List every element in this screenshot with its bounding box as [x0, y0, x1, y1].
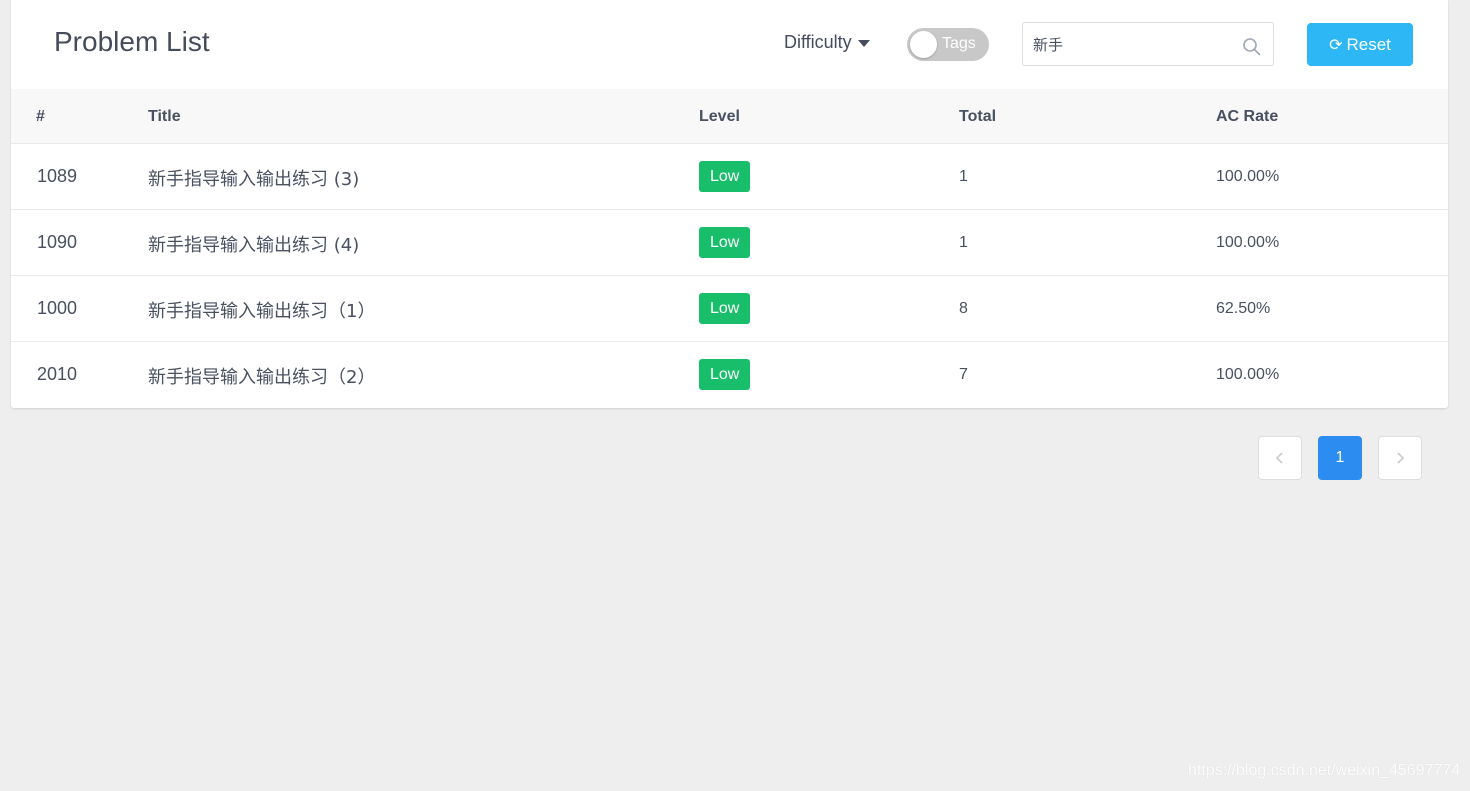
problem-title-link[interactable]: 新手指导输入输出练习 (4) — [148, 231, 359, 257]
column-header-title[interactable]: Title — [148, 108, 181, 126]
search-box — [1022, 22, 1274, 66]
problem-id: 1090 — [37, 232, 78, 252]
next-page-button[interactable] — [1378, 436, 1422, 480]
chevron-right-icon — [1397, 452, 1405, 464]
reset-button[interactable]: ⟳ Reset — [1307, 23, 1413, 66]
search-icon[interactable] — [1242, 37, 1262, 57]
level-badge: Low — [699, 161, 751, 192]
problem-ac-rate: 100.00% — [1216, 234, 1280, 251]
problem-ac-rate: 62.50% — [1216, 300, 1271, 317]
problem-total: 7 — [959, 366, 968, 383]
problem-title-link[interactable]: 新手指导输入输出练习（2） — [148, 363, 375, 389]
card-header: Problem List Difficulty Tags ⟳ Reset — [11, 0, 1448, 89]
table-row[interactable]: 1089 新手指导输入输出练习 (3) Low 1 100.00% — [11, 144, 1448, 210]
problem-ac-rate: 100.00% — [1216, 168, 1280, 185]
difficulty-dropdown[interactable]: Difficulty — [784, 32, 870, 53]
table-row[interactable]: 1090 新手指导输入输出练习 (4) Low 1 100.00% — [11, 210, 1448, 276]
page-title: Problem List — [54, 26, 210, 57]
page-button-1[interactable]: 1 — [1318, 436, 1362, 480]
tags-toggle[interactable]: Tags — [907, 28, 989, 61]
problem-id: 1000 — [37, 298, 78, 318]
caret-down-icon — [857, 39, 870, 47]
refresh-icon: ⟳ — [1329, 36, 1343, 54]
problem-total: 1 — [959, 168, 968, 185]
column-header-ac-rate[interactable]: AC Rate — [1216, 108, 1278, 126]
problem-id: 1089 — [37, 166, 78, 186]
problem-list-card: Problem List Difficulty Tags ⟳ Reset # T… — [11, 0, 1448, 408]
table-row[interactable]: 1000 新手指导输入输出练习（1） Low 8 62.50% — [11, 276, 1448, 342]
table-header: # Title Level Total AC Rate — [11, 89, 1448, 144]
column-header-id[interactable]: # — [36, 108, 45, 126]
toggle-knob — [910, 31, 937, 58]
problem-title-link[interactable]: 新手指导输入输出练习 (3) — [148, 165, 359, 191]
table-row[interactable]: 2010 新手指导输入输出练习（2） Low 7 100.00% — [11, 342, 1448, 408]
column-header-level[interactable]: Level — [699, 108, 740, 126]
difficulty-label: Difficulty — [784, 32, 852, 52]
level-badge: Low — [699, 293, 751, 324]
watermark: https://blog.csdn.net/weixin_45697774 — [1188, 762, 1461, 779]
chevron-left-icon — [1275, 452, 1283, 464]
problem-title-link[interactable]: 新手指导输入输出练习（1） — [148, 297, 375, 323]
column-header-total[interactable]: Total — [959, 108, 996, 126]
problem-total: 1 — [959, 234, 968, 251]
problem-ac-rate: 100.00% — [1216, 366, 1280, 383]
problem-id: 2010 — [37, 364, 78, 384]
problem-total: 8 — [959, 300, 968, 317]
search-input[interactable] — [1033, 23, 1233, 65]
level-badge: Low — [699, 359, 751, 390]
prev-page-button[interactable] — [1258, 436, 1302, 480]
tags-toggle-label: Tags — [942, 35, 976, 52]
level-badge: Low — [699, 227, 751, 258]
reset-label: Reset — [1346, 34, 1391, 54]
